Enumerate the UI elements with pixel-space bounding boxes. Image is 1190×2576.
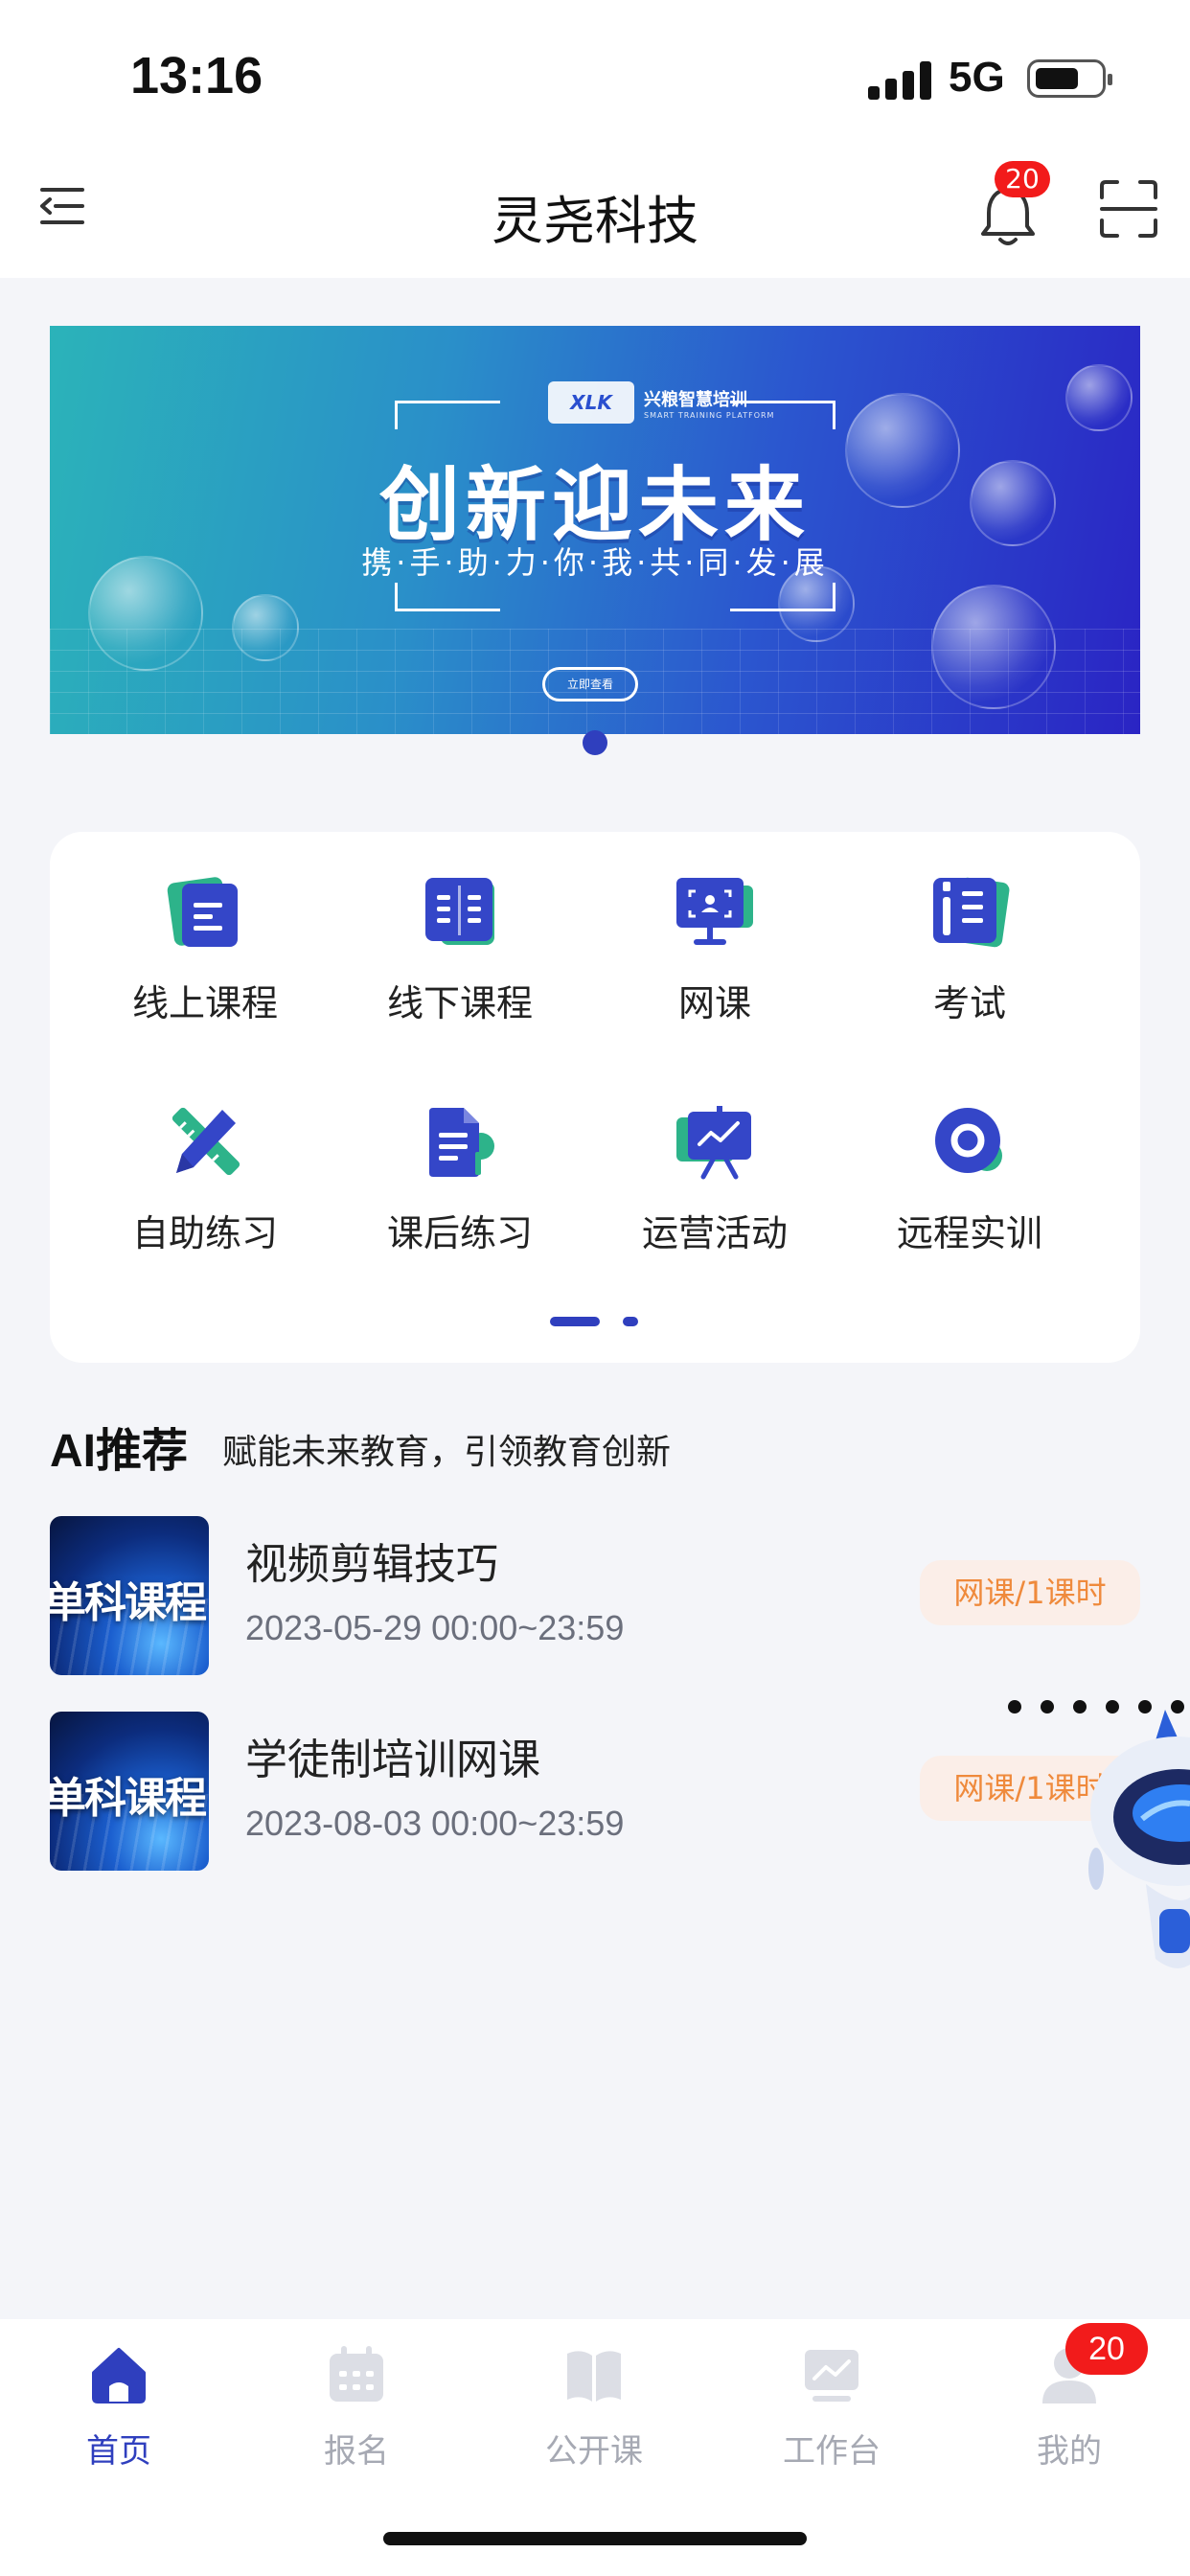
operation-activity-icon (676, 1106, 751, 1180)
grid-item-remote-training[interactable]: 远程实训 (845, 1062, 1094, 1254)
course-item[interactable]: 单科课程 学徒制培训网课 2023-08-03 00:00~23:59 网课/1… (50, 1712, 1140, 1874)
grid-item-exam[interactable]: 考试 (845, 832, 1094, 1024)
nav-item-label: 我的 (1037, 2432, 1102, 2471)
battery-icon (1027, 59, 1112, 98)
nav-item-label: 公开课 (545, 2432, 643, 2471)
grid-item-self-practice[interactable]: 自助练习 (80, 1062, 330, 1254)
nav-item-open-course[interactable]: 公开课 (475, 2344, 713, 2478)
grid-item-online-course[interactable]: 线上课程 (80, 832, 330, 1024)
grid-item-after-class-practice[interactable]: 课后练习 (335, 1062, 584, 1254)
course-thumbnail-text: 单科课程 (50, 1578, 207, 1627)
nav-item-mine[interactable]: 我的 (950, 2344, 1188, 2478)
nav-item-label: 工作台 (783, 2432, 881, 2471)
after-class-practice-icon (429, 1108, 494, 1177)
course-thumbnail: 单科课程 (50, 1516, 209, 1675)
grid-item-web-course[interactable]: 网课 (590, 832, 839, 1024)
function-grid: 线上课程 线下课程 网课 考试 自助练习 课后练习 运营活动 远程实训 (50, 832, 1140, 1363)
banner-subline: 携·手·助·力·你·我·共·同·发·展 (361, 544, 829, 581)
course-thumbnail-text: 单科课程 (50, 1774, 207, 1823)
signal-icon (868, 59, 931, 100)
course-tag: 网课/1课时 (920, 1560, 1140, 1625)
home-indicator (383, 2532, 807, 2545)
course-name: 视频剪辑技巧 (245, 1540, 498, 1589)
grid-item-label: 网课 (677, 982, 751, 1024)
course-item[interactable]: 单科课程 视频剪辑技巧 2023-05-29 00:00~23:59 网课/1课… (50, 1516, 1140, 1679)
grid-item-operation-activity[interactable]: 运营活动 (590, 1062, 839, 1254)
nav-item-workbench[interactable]: 工作台 (713, 2344, 950, 2478)
grid-item-label: 线上课程 (131, 982, 278, 1024)
banner-bubble (1065, 364, 1133, 431)
course-date: 2023-08-03 00:00~23:59 (245, 1804, 625, 1843)
grid-item-label: 课后练习 (386, 1212, 533, 1254)
grid-item-label: 线下课程 (386, 982, 533, 1024)
grid-item-label: 自助练习 (131, 1212, 278, 1254)
status-time: 13:16 (130, 47, 263, 104)
exam-icon (933, 877, 1010, 948)
nav-item-home[interactable]: 首页 (0, 2344, 238, 2478)
nav-item-signup[interactable]: 报名 (238, 2344, 475, 2478)
web-course-icon (676, 878, 753, 945)
banner-logo-mark: XLK (548, 381, 634, 424)
banner-logo-sub: SMART TRAINING PLATFORM (644, 410, 775, 420)
course-thumbnail: 单科课程 (50, 1712, 209, 1871)
status-bar: 13:16 5G (0, 0, 1190, 144)
banner-logo-text: 兴粮智慧培训 (644, 389, 747, 410)
home-icon (92, 2348, 146, 2404)
ai-assistant-robot-icon[interactable] (1088, 1706, 1190, 1974)
nav-item-label: 报名 (324, 2432, 389, 2471)
profile-badge: 20 (1065, 2323, 1148, 2375)
banner-page-dot[interactable] (583, 730, 607, 755)
network-label: 5G (949, 54, 1005, 101)
scan-icon[interactable] (1098, 178, 1159, 240)
online-course-icon (167, 877, 238, 947)
grid-item-label: 远程实训 (896, 1212, 1042, 1254)
remote-training-icon (935, 1108, 1002, 1173)
nav-item-label: 首页 (86, 2432, 151, 2471)
banner-view-button[interactable]: 立即查看 (542, 667, 638, 702)
promo-banner[interactable]: XLK 兴粮智慧培训 SMART TRAINING PLATFORM 创新迎未来… (50, 326, 1140, 734)
ai-section-subtitle: 赋能未来教育，引领教育创新 (222, 1433, 672, 1472)
grid-page-indicator-active[interactable] (550, 1317, 600, 1326)
offline-course-icon (425, 878, 494, 945)
grid-item-offline-course[interactable]: 线下课程 (335, 832, 584, 1024)
book-icon (567, 2351, 621, 2402)
notification-badge: 20 (995, 161, 1050, 197)
calendar-icon (330, 2346, 383, 2402)
course-name: 学徒制培训网课 (245, 1736, 540, 1784)
grid-item-label: 考试 (932, 982, 1006, 1024)
grid-page-indicator[interactable] (623, 1317, 638, 1326)
ai-section-title: AI推荐 (50, 1426, 189, 1477)
self-practice-icon (172, 1107, 240, 1176)
banner-logo: XLK 兴粮智慧培训 SMART TRAINING PLATFORM (548, 381, 774, 424)
workbench-icon (805, 2350, 858, 2402)
course-date: 2023-05-29 00:00~23:59 (245, 1608, 625, 1647)
grid-item-label: 运营活动 (641, 1212, 788, 1254)
